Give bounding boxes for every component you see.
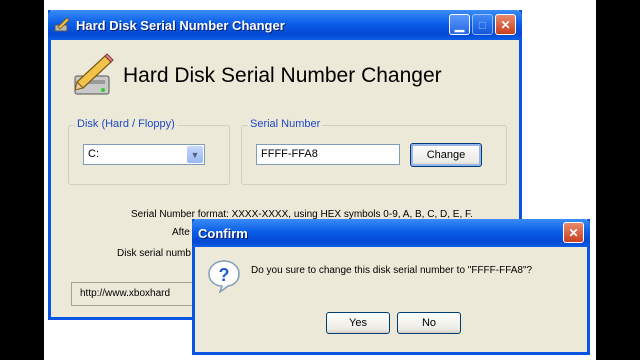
website-link[interactable]: http://www.xboxhard [71, 282, 211, 306]
yes-button-label: Yes [349, 317, 367, 329]
close-icon: ✕ [500, 17, 511, 32]
confirm-message: Do you sure to change this disk serial n… [251, 265, 533, 276]
app-header: Hard Disk Serial Number Changer [69, 52, 442, 100]
confirm-close-button[interactable]: ✕ [563, 222, 584, 243]
disk-group: Disk (Hard / Floppy) C: ▼ [68, 118, 230, 185]
serial-group: Serial Number FFFF-FFA8 Change [241, 118, 507, 185]
close-button[interactable]: ✕ [495, 14, 516, 35]
main-window-title: Hard Disk Serial Number Changer [76, 17, 285, 33]
chevron-down-icon[interactable]: ▼ [187, 146, 203, 163]
close-icon: ✕ [568, 225, 579, 240]
minimize-button[interactable]: ▁ [449, 14, 470, 35]
screen: Hard Disk Serial Number Changer ▁ □ ✕ Ha… [44, 0, 596, 360]
disk-group-label: Disk (Hard / Floppy) [75, 118, 177, 130]
disk-select[interactable]: C: ▼ [83, 144, 205, 165]
confirm-title: Confirm [198, 225, 248, 241]
serial-number-input[interactable]: FFFF-FFA8 [256, 144, 400, 165]
page-title: Hard Disk Serial Number Changer [123, 64, 442, 87]
confirm-dialog: Confirm ✕ ? Do you sure to change this d… [192, 219, 590, 355]
pencil-disk-icon [54, 17, 70, 32]
pencil-disk-icon [74, 53, 114, 95]
serial-group-label: Serial Number [248, 118, 323, 130]
info-line-3: Disk serial numb [117, 248, 191, 259]
change-button-label: Change [426, 149, 466, 161]
maximize-icon: □ [478, 17, 487, 32]
confirm-titlebar[interactable]: Confirm [192, 219, 590, 247]
minimize-icon: ▁ [454, 17, 465, 32]
main-titlebar[interactable]: Hard Disk Serial Number Changer ▁ □ ✕ [48, 10, 522, 40]
maximize-button[interactable]: □ [472, 14, 493, 35]
no-button-label: No [421, 317, 437, 329]
website-url: http://www.xboxhard [80, 288, 171, 299]
serial-number-value: FFFF-FFA8 [261, 148, 318, 160]
yes-button[interactable]: Yes [326, 312, 390, 334]
info-line-2: Afte [172, 227, 190, 238]
change-button[interactable]: Change [410, 143, 482, 167]
disk-select-value: C: [88, 148, 99, 160]
question-icon: ? [208, 260, 240, 293]
no-button[interactable]: No [397, 312, 461, 334]
svg-text:?: ? [219, 265, 230, 285]
